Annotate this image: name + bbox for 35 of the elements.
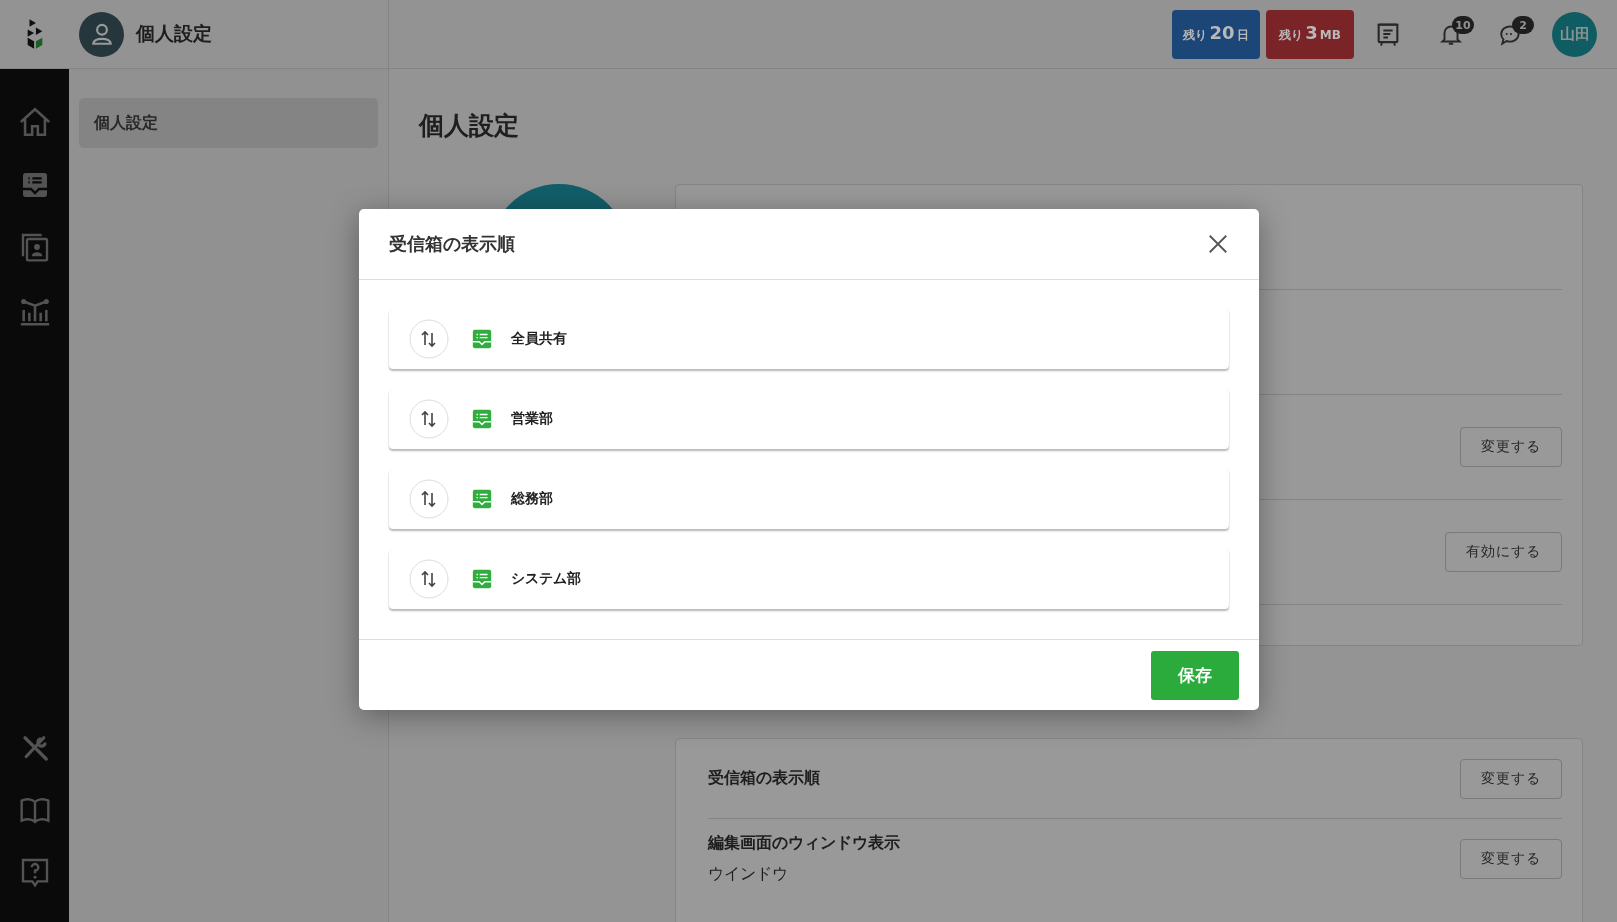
plan-badge[interactable]: 残り 3 MB (1266, 9, 1354, 59)
save-button[interactable]: 保存 (1151, 650, 1239, 700)
sort-item[interactable]: 営業部 (389, 389, 1229, 449)
plan-badge[interactable]: 残り 20 日 (1172, 9, 1260, 59)
side-menu-item[interactable]: 個人設定 (79, 98, 378, 148)
inbox-name: 総務部 (511, 490, 553, 508)
home-icon[interactable] (17, 105, 52, 139)
reorder-handle-icon[interactable] (409, 399, 449, 439)
reorder-handle-icon[interactable] (409, 479, 449, 519)
close-icon[interactable] (1207, 233, 1229, 255)
sort-item[interactable]: 総務部 (389, 469, 1229, 529)
inbox-icon (471, 568, 493, 590)
reorder-handle-icon[interactable] (409, 559, 449, 599)
user-avatar-icon (79, 11, 124, 57)
inbox-name: システム部 (511, 570, 581, 588)
dialog-title: 受信箱の表示順 (389, 232, 515, 256)
inbox-icon (471, 488, 493, 510)
change-button[interactable]: 変更する (1460, 758, 1562, 799)
sort-item[interactable]: システム部 (389, 549, 1229, 609)
notification-count: 10 (1452, 16, 1474, 34)
inbox-icon (471, 408, 493, 430)
change-button[interactable]: 有効にする (1445, 532, 1562, 572)
page-title: 個人設定 (419, 110, 520, 142)
setting-label: 受信箱の表示順 (708, 768, 820, 789)
setting-value: ウインドウ (708, 864, 789, 885)
message-count: 2 (1512, 16, 1534, 34)
inbox-name: 全員共有 (511, 330, 567, 348)
reorder-handle-icon[interactable] (409, 319, 449, 359)
inbox-name: 営業部 (511, 410, 553, 428)
change-button[interactable]: 変更する (1460, 427, 1562, 467)
sort-item[interactable]: 全員共有 (389, 309, 1229, 369)
header-title: 個人設定 (136, 21, 212, 46)
inbox-icon (471, 328, 493, 350)
change-button[interactable]: 変更する (1460, 839, 1562, 879)
setting-label: 編集画面のウィンドウ表示 (708, 833, 900, 854)
